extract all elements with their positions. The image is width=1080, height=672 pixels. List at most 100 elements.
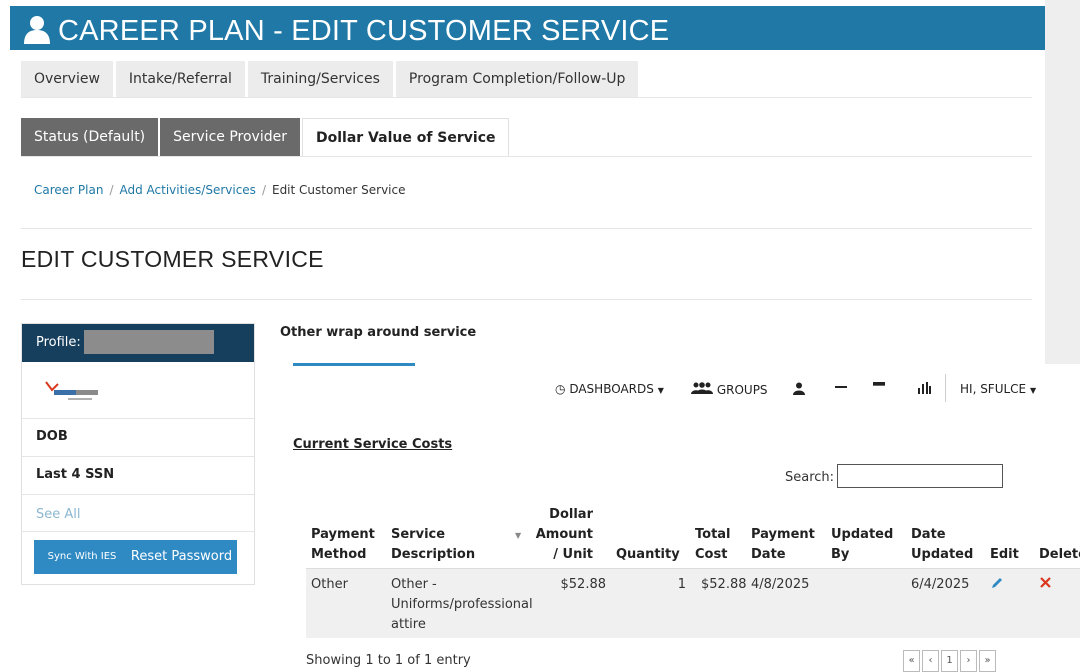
header-line: Dollar xyxy=(549,507,593,522)
col-header-edit: Edit xyxy=(990,547,1019,562)
header-line: Service xyxy=(391,527,446,542)
person-icon xyxy=(793,382,805,395)
secondary-tabs: Status (Default) Service Provider Dollar… xyxy=(21,118,510,157)
col-header-dollar-amount[interactable]: Dollar Amount / Unit xyxy=(533,505,593,565)
header-line: Total xyxy=(695,527,731,542)
caret-down-icon: ▼ xyxy=(1029,386,1037,395)
cell-date-updated: 6/4/2025 xyxy=(911,577,970,592)
mail-icon-button[interactable] xyxy=(835,382,847,397)
cell-line: attire xyxy=(391,617,426,632)
profile-menu-icon-button[interactable] xyxy=(793,382,805,398)
header-line: By xyxy=(831,547,850,562)
primary-tabs: Overview Intake/Referral Training/Servic… xyxy=(21,61,639,98)
header-line: Date xyxy=(751,547,786,562)
divider xyxy=(22,494,254,495)
tab-overview[interactable]: Overview xyxy=(21,61,113,98)
section-underline xyxy=(293,363,415,366)
calendar-icon xyxy=(873,382,885,386)
divider xyxy=(21,156,1032,157)
edit-pencil-icon[interactable] xyxy=(990,576,1004,590)
col-header-payment-method[interactable]: Payment Method xyxy=(311,525,375,565)
ssn-label: Last 4 SSN xyxy=(36,467,115,482)
cell-quantity: 1 xyxy=(677,577,686,592)
breadcrumb-add-activities[interactable]: Add Activities/Services xyxy=(120,183,256,197)
breadcrumb-career-plan[interactable]: Career Plan xyxy=(34,183,103,197)
sync-with-ies-button[interactable]: Sync With IES xyxy=(34,540,130,574)
col-header-service-description[interactable]: Service Description xyxy=(391,525,475,565)
tab-program-completion[interactable]: Program Completion/Follow-Up xyxy=(395,61,639,98)
see-all-link[interactable]: See All xyxy=(36,507,81,522)
user-icon xyxy=(24,16,50,44)
tab-training-services[interactable]: Training/Services xyxy=(247,61,393,98)
dashboards-menu[interactable]: ◷ DASHBOARDS ▼ xyxy=(555,382,664,396)
col-header-payment-date[interactable]: Payment Date xyxy=(751,525,815,565)
cell-total-cost: $52.88 xyxy=(701,577,747,592)
profile-header: Profile: xyxy=(22,324,254,362)
breadcrumb: Career Plan / Add Activities/Services / Edit… xyxy=(34,183,406,197)
cell-line: Other - xyxy=(391,577,437,592)
search-input[interactable] xyxy=(837,464,1003,488)
redacted-name xyxy=(84,330,214,354)
col-header-quantity[interactable]: Quantity xyxy=(616,545,680,565)
caret-down-icon: ▼ xyxy=(657,386,664,395)
reports-icon-button[interactable] xyxy=(918,382,931,397)
breadcrumb-separator: / xyxy=(261,183,266,197)
cell-payment-date: 4/8/2025 xyxy=(751,577,810,592)
divider xyxy=(21,97,1032,98)
cell-dollar-amount: $52.88 xyxy=(560,577,607,592)
title-bar: CAREER PLAN - EDIT CUSTOMER SERVICE xyxy=(10,6,1045,50)
header-line: / Unit xyxy=(553,547,593,562)
user-menu[interactable]: HI, SFULCE ▼ xyxy=(960,382,1036,396)
header-line: Cost xyxy=(695,547,728,562)
pagination: « ‹ 1 › » xyxy=(903,650,996,672)
groups-label: GROUPS xyxy=(716,383,768,397)
clock-icon: ◷ xyxy=(555,382,566,396)
nav-separator xyxy=(945,374,946,402)
right-gutter xyxy=(1045,0,1080,364)
tab-status-default[interactable]: Status (Default) xyxy=(21,118,159,156)
divider xyxy=(22,531,254,532)
current-service-costs-heading: Current Service Costs xyxy=(293,437,453,452)
sort-desc-icon: ▼ xyxy=(515,531,522,540)
search-label: Search: xyxy=(785,470,835,485)
col-header-date-updated[interactable]: Date Updated xyxy=(911,525,973,565)
divider xyxy=(21,299,1032,300)
profile-dob-row: DOB xyxy=(22,418,254,457)
col-header-total-cost[interactable]: Total Cost xyxy=(695,525,731,565)
profile-label: Profile: xyxy=(36,335,81,350)
groups-icon xyxy=(691,382,713,394)
header-line: Method xyxy=(311,547,367,562)
prev-page-button[interactable]: ‹ xyxy=(922,650,939,672)
dob-label: DOB xyxy=(36,429,68,444)
col-header-delete: Delete xyxy=(1039,547,1080,562)
col-header-updated-by[interactable]: Updated By xyxy=(831,525,893,565)
breadcrumb-current: Edit Customer Service xyxy=(271,183,406,197)
header-line: Amount xyxy=(535,527,593,542)
tab-service-provider[interactable]: Service Provider xyxy=(160,118,300,156)
cell-service-description: Other - Uniforms/professional attire xyxy=(391,575,533,635)
header-line: Updated xyxy=(911,547,974,562)
reset-password-button[interactable]: Reset Password xyxy=(126,540,237,574)
entries-info: Showing 1 to 1 of 1 entry xyxy=(306,653,471,668)
breadcrumb-separator: / xyxy=(109,183,114,197)
page-title: EDIT CUSTOMER SERVICE xyxy=(21,246,324,272)
header-line: Payment xyxy=(751,527,815,542)
cell-payment-method: Other xyxy=(311,577,348,592)
divider xyxy=(21,228,1032,229)
page-1-button[interactable]: 1 xyxy=(941,650,958,672)
profile-ssn-row: Last 4 SSN xyxy=(22,456,254,495)
next-page-button[interactable]: › xyxy=(960,650,977,672)
tab-intake-referral[interactable]: Intake/Referral xyxy=(115,61,245,98)
header-line: Date xyxy=(911,527,946,542)
page-header-title: CAREER PLAN - EDIT CUSTOMER SERVICE xyxy=(58,15,670,47)
delete-x-icon[interactable] xyxy=(1040,577,1051,588)
groups-menu[interactable]: GROUPS xyxy=(691,382,768,397)
first-page-button[interactable]: « xyxy=(903,650,920,672)
header-line: Payment xyxy=(311,527,375,542)
dash-icon xyxy=(835,386,847,388)
section-heading: Other wrap around service xyxy=(280,325,477,340)
tab-dollar-value-of-service[interactable]: Dollar Value of Service xyxy=(301,118,510,157)
profile-panel: Profile: DOB Last 4 SSN See All Sync Wit… xyxy=(21,323,255,585)
last-page-button[interactable]: » xyxy=(979,650,996,672)
calendar-icon-button[interactable] xyxy=(873,382,885,397)
